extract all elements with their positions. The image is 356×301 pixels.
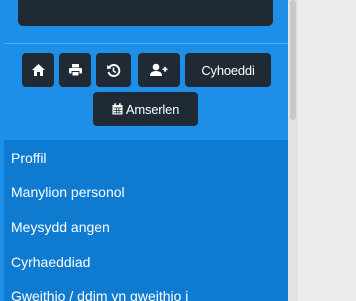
print-icon xyxy=(68,63,83,77)
sidebar: Cyhoeddi Amserlen Proffil Manylion perso… xyxy=(0,0,288,301)
schedule-button-label: Amserlen xyxy=(125,101,180,117)
sidebar-header-panel xyxy=(18,0,273,26)
history-icon xyxy=(106,63,121,78)
nav-item-profile[interactable]: Proffil xyxy=(11,150,47,166)
scrollbar[interactable] xyxy=(288,0,298,301)
scrollbar-thumb[interactable] xyxy=(290,0,296,120)
calendar-icon xyxy=(112,103,123,115)
home-button[interactable] xyxy=(22,53,54,87)
divider xyxy=(4,43,288,44)
history-button[interactable] xyxy=(96,53,131,87)
page-background xyxy=(288,0,356,301)
publish-button-label: Cyhoeddi xyxy=(201,62,255,78)
print-button[interactable] xyxy=(59,53,91,87)
nav-item-areas-of-need[interactable]: Meysydd angen xyxy=(11,219,110,235)
nav-menu: Proffil Manylion personol Meysydd angen … xyxy=(4,140,288,301)
schedule-button[interactable]: Amserlen xyxy=(93,92,198,126)
home-icon xyxy=(31,63,46,77)
nav-item-personal-details[interactable]: Manylion personol xyxy=(11,184,125,200)
publish-button[interactable]: Cyhoeddi xyxy=(185,53,271,87)
nav-item-working-not-working[interactable]: Gweithio / ddim yn gweithio i xyxy=(11,288,188,301)
add-user-button[interactable] xyxy=(138,53,180,87)
add-user-icon xyxy=(149,63,169,77)
nav-item-attainment[interactable]: Cyrhaeddiad xyxy=(11,254,90,270)
